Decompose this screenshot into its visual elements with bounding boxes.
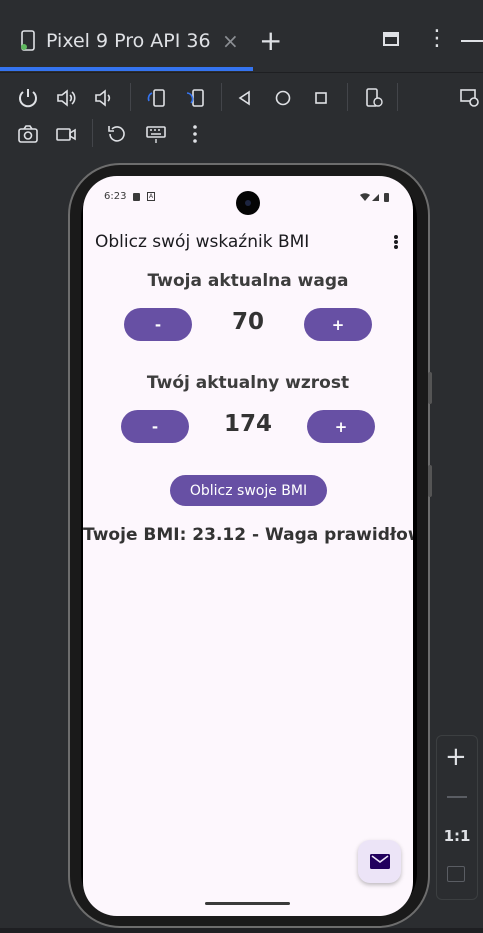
mail-fab[interactable] — [358, 840, 401, 883]
toolbar-separator — [347, 83, 348, 111]
device-settings-icon[interactable] — [361, 85, 387, 111]
weight-value: 70 — [231, 309, 264, 335]
rotate-right-icon[interactable] — [182, 85, 208, 111]
zoom-controls: + 1:1 — [436, 735, 478, 900]
zoom-search-icon[interactable] — [457, 85, 483, 111]
toolbar-separator — [221, 83, 222, 111]
keyboard-icon[interactable] — [143, 121, 169, 147]
power-icon[interactable] — [15, 85, 41, 111]
back-icon[interactable] — [232, 85, 258, 111]
height-decrease-button[interactable]: - — [121, 410, 189, 443]
weight-label: Twoja aktualna waga — [147, 271, 349, 291]
zoom-actual-size-button[interactable]: 1:1 — [437, 827, 477, 845]
minimize-icon[interactable] — [461, 40, 483, 42]
volume-down-icon[interactable] — [91, 85, 117, 111]
emulator-tab-bar: Pixel 9 Pro API 36 × + ⋮ — [0, 0, 483, 73]
zoom-out-icon[interactable] — [447, 796, 467, 798]
weight-increase-button[interactable]: + — [304, 308, 372, 341]
device-side-button — [428, 372, 432, 404]
overview-icon[interactable] — [308, 85, 334, 111]
height-label: Twój aktualny wzrost — [146, 373, 350, 393]
zoom-fit-icon[interactable] — [447, 866, 465, 882]
gesture-home-bar[interactable] — [205, 902, 290, 905]
more-vertical-icon[interactable]: ⋮ — [426, 28, 448, 50]
bmi-result: Twoje BMI: 23.12 - Waga prawidłowa — [83, 525, 413, 545]
calculate-bmi-button[interactable]: Oblicz swoje BMI — [170, 475, 327, 506]
device-icon — [21, 30, 35, 51]
active-tab-indicator — [0, 67, 253, 71]
toolbar-separator — [130, 83, 131, 111]
signal-battery-icon — [360, 193, 389, 202]
mail-icon — [369, 854, 390, 869]
zoom-in-icon[interactable]: + — [445, 744, 467, 770]
notification-icon — [133, 193, 140, 201]
bottom-border — [0, 928, 483, 933]
camera-icon[interactable] — [15, 121, 41, 147]
overflow-menu-icon[interactable] — [391, 234, 401, 252]
snapshot-restore-icon[interactable] — [104, 121, 130, 147]
height-increase-button[interactable]: + — [307, 410, 375, 443]
toolbar-separator — [92, 119, 93, 147]
app-title: Oblicz swój wskaźnik BMI — [95, 232, 310, 252]
rotate-left-icon[interactable] — [143, 85, 169, 111]
status-badge: A — [147, 192, 155, 201]
more-icon[interactable] — [182, 121, 208, 147]
weight-decrease-button[interactable]: - — [124, 308, 192, 341]
volume-up-icon[interactable] — [53, 85, 79, 111]
home-icon[interactable] — [270, 85, 296, 111]
height-value: 174 — [223, 411, 272, 437]
emulator-toolbar — [0, 73, 483, 163]
tab-title: Pixel 9 Pro API 36 — [46, 30, 211, 52]
device-screen[interactable]: 6:23 A Oblicz swój wskaźnik BMI Twoja ak… — [83, 176, 413, 916]
device-side-button — [428, 465, 432, 497]
status-time: 6:23 — [104, 191, 127, 202]
video-icon[interactable] — [53, 121, 79, 147]
window-layout-icon[interactable] — [383, 32, 399, 46]
toolbar-separator — [397, 83, 398, 111]
plus-icon[interactable]: + — [259, 24, 282, 57]
close-icon[interactable]: × — [222, 29, 239, 53]
front-camera — [236, 191, 260, 215]
